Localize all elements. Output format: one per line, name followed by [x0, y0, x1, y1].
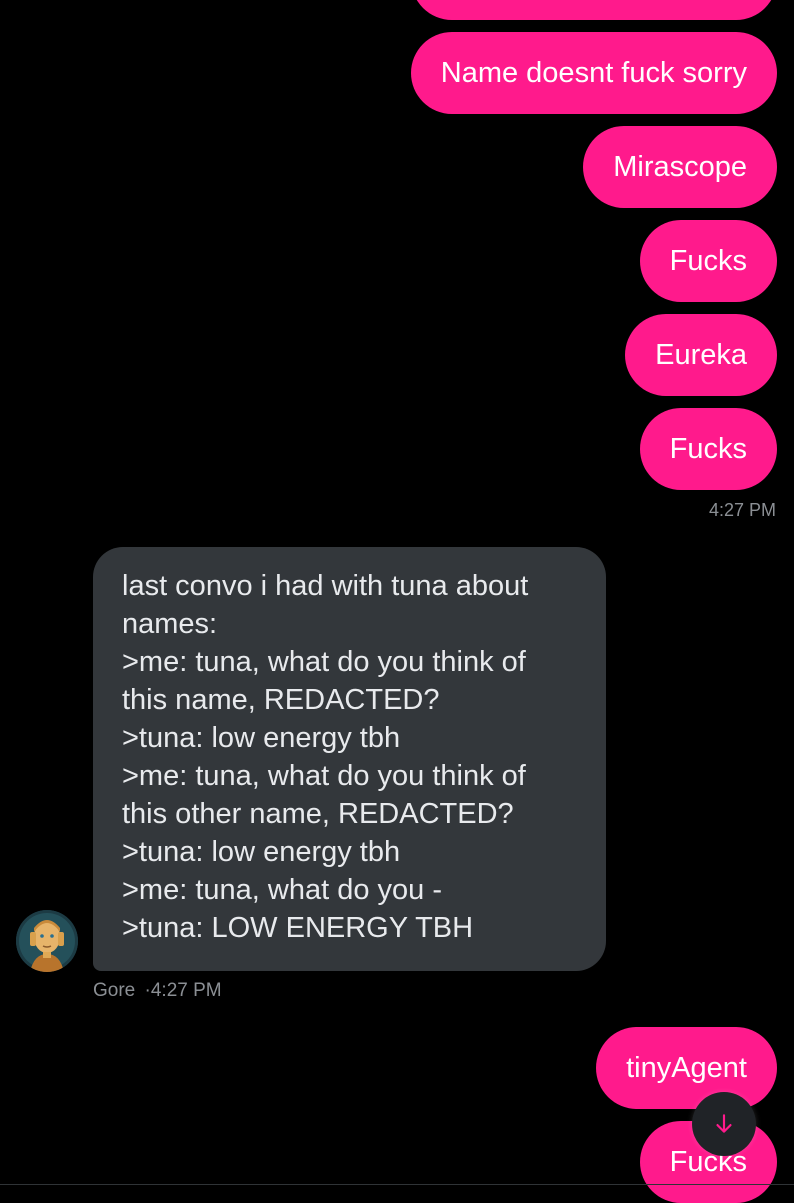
- message-meta: Gore ·4:27 PM: [93, 980, 222, 1002]
- message-line: >me: tuna, what do you think of: [122, 760, 526, 792]
- message-bubble-outgoing[interactable]: tinyAgent: [596, 1027, 777, 1109]
- message-line: this other name, REDACTED?: [122, 798, 514, 830]
- message-bubble-outgoing[interactable]: Fucks: [639, 220, 777, 302]
- message-line: >me: tuna, what do you think of: [122, 646, 526, 678]
- message-timestamp: 4:27 PM: [708, 500, 776, 520]
- message-bubble-outgoing[interactable]: Fucks: [639, 408, 777, 490]
- message-bubble-outgoing[interactable]: Eureka: [625, 314, 777, 396]
- message-line: >tuna: LOW ENERGY TBH: [122, 912, 474, 944]
- message-line: >me: tuna, what do you -: [122, 874, 442, 906]
- message-text: Fucks: [669, 245, 747, 277]
- message-text: Mirascope: [613, 151, 747, 183]
- avatar-image: [16, 910, 78, 972]
- message-text: Fucks: [669, 433, 747, 465]
- message-line: last convo i had with tuna about: [122, 570, 529, 602]
- message-bubble-incoming[interactable]: last convo i had with tuna about names: …: [93, 547, 606, 971]
- message-bubble-outgoing[interactable]: Mirascope: [583, 126, 777, 208]
- message-text: Name doesnt fuck sorry: [440, 57, 747, 89]
- divider: [0, 1184, 794, 1185]
- message-bubble-outgoing[interactable]: [411, 0, 777, 20]
- message-bubble-outgoing[interactable]: Name doesnt fuck sorry: [410, 32, 777, 114]
- sender-name[interactable]: Gore: [93, 980, 135, 1001]
- message-line: >tuna: low energy tbh: [122, 836, 401, 868]
- message-time: 4:27 PM: [150, 980, 222, 1001]
- message-line: this name, REDACTED?: [122, 684, 440, 716]
- scroll-to-bottom-button[interactable]: [692, 1092, 756, 1156]
- arrow-down-icon: [716, 1114, 732, 1133]
- message-text: tinyAgent: [626, 1052, 747, 1084]
- message-line: names:: [122, 608, 218, 640]
- message-line: >tuna: low energy tbh: [122, 722, 401, 754]
- avatar[interactable]: [16, 910, 78, 972]
- message-text: Eureka: [655, 339, 747, 371]
